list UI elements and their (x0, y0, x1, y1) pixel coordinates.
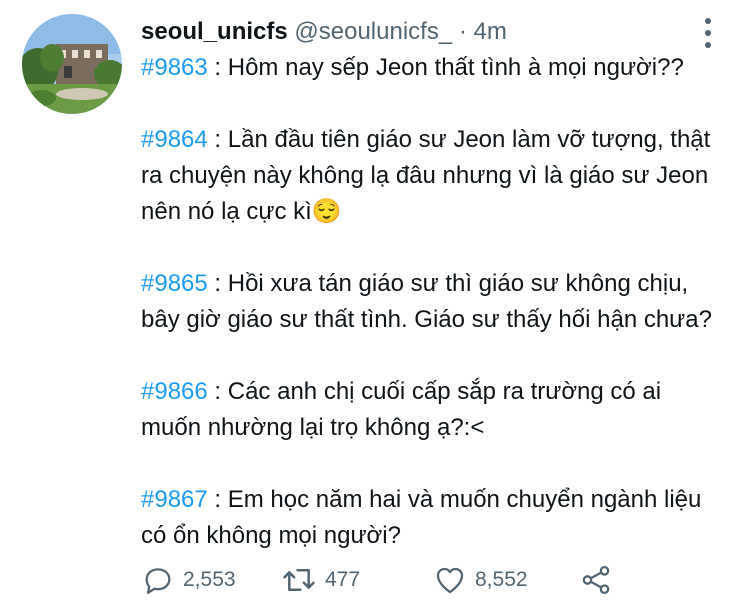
avatar-photo (22, 14, 122, 114)
share-icon (582, 565, 610, 595)
confession-post: #9865 : Hồi xưa tán giáo sư thì giáo sư … (141, 266, 721, 338)
post-text: : Hồi xưa tán giáo sư thì giáo sư không … (141, 270, 712, 333)
hashtag-link[interactable]: #9865 (141, 270, 208, 297)
confession-post: #9867 : Em học năm hai và muốn chuyển ng… (141, 482, 721, 554)
reply-button[interactable]: 2,553 (141, 560, 236, 600)
like-button[interactable]: 8,552 (433, 560, 528, 600)
post-text: : Hôm nay sếp Jeon thất tình à mọi người… (207, 54, 684, 81)
post-text: : Em học năm hai và muốn chuyển ngành li… (141, 486, 702, 549)
post-text: : Các anh chị cuối cấp sắp ra trường có … (141, 378, 662, 441)
retweet-count: 477 (325, 568, 361, 591)
post-text: : Lần đầu tiên giáo sư Jeon làm vỡ tượng… (141, 126, 711, 225)
hashtag-link[interactable]: #9866 (141, 378, 208, 405)
action-bar: 2,553 477 8,552 (141, 560, 661, 600)
share-button[interactable] (579, 560, 613, 600)
tweet-header: seoul_unicfs @seoulunicfs_ · 4m (141, 16, 507, 48)
confession-post: #9866 : Các anh chị cuối cấp sắp ra trườ… (141, 374, 721, 446)
more-options-icon[interactable] (700, 18, 716, 48)
confession-post: #9864 : Lần đầu tiên giáo sư Jeon làm vỡ… (141, 122, 721, 230)
tweet-text: #9863 : Hôm nay sếp Jeon thất tình à mọi… (141, 50, 721, 554)
reply-icon (145, 568, 171, 594)
like-count: 8,552 (475, 568, 528, 591)
retweet-icon (283, 569, 315, 591)
timestamp[interactable]: 4m (474, 18, 507, 45)
reply-count: 2,553 (183, 568, 236, 591)
user-handle[interactable]: @seoulunicfs_ (294, 18, 452, 45)
display-name[interactable]: seoul_unicfs (141, 18, 288, 45)
separator-dot: · (458, 18, 467, 45)
hashtag-link[interactable]: #9863 (141, 54, 208, 81)
hashtag-link[interactable]: #9864 (141, 126, 208, 153)
confession-post: #9863 : Hôm nay sếp Jeon thất tình à mọi… (141, 50, 721, 86)
like-icon (436, 567, 464, 594)
hashtag-link[interactable]: #9867 (141, 486, 208, 513)
avatar[interactable] (22, 14, 122, 114)
retweet-button[interactable]: 477 (281, 560, 360, 600)
